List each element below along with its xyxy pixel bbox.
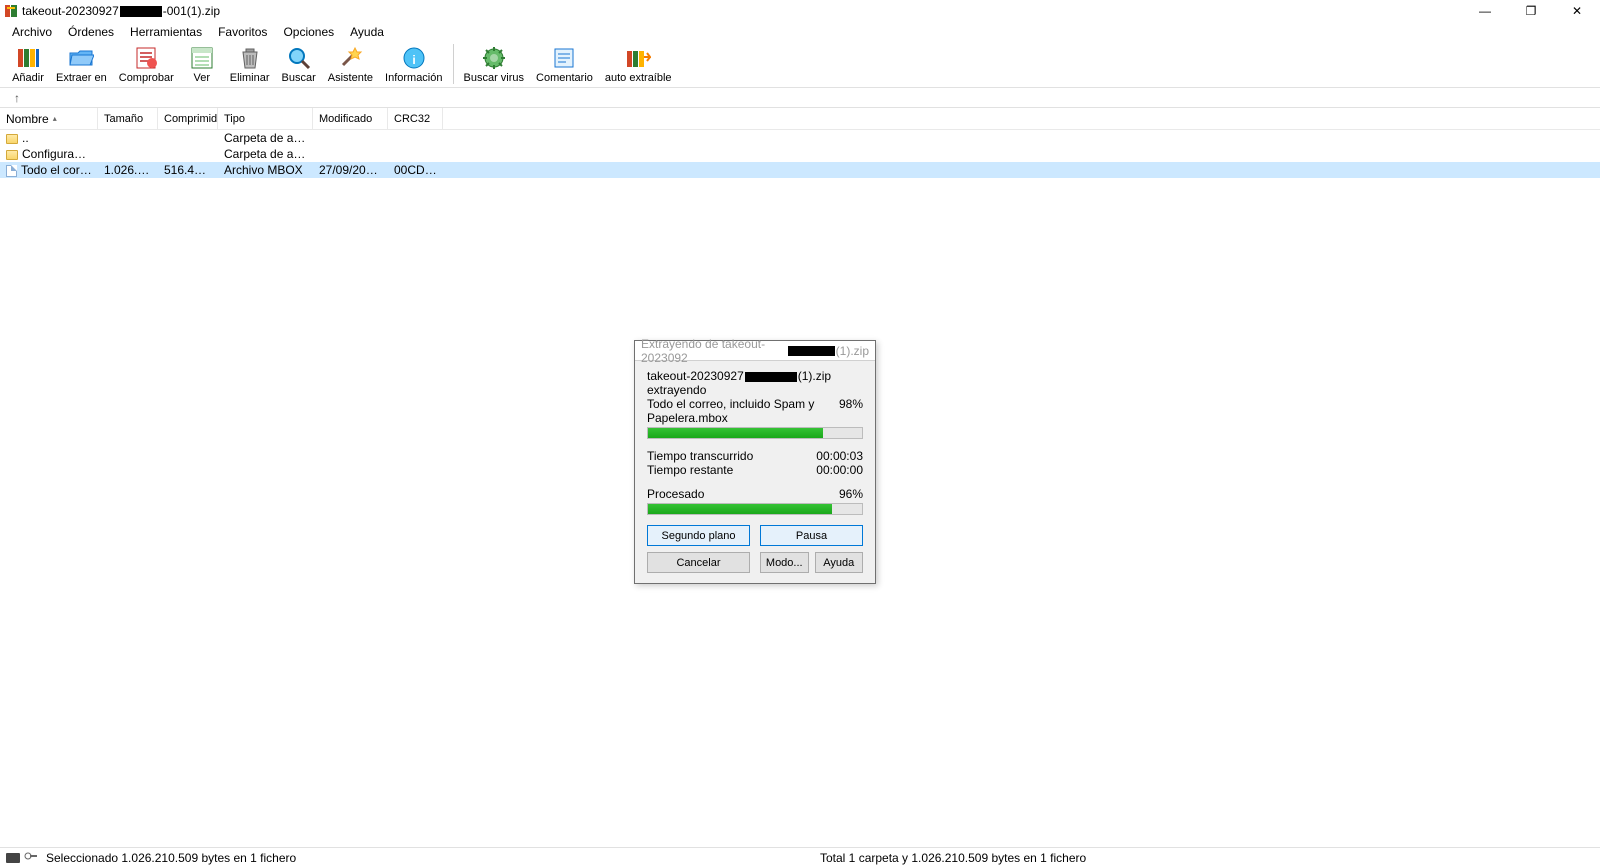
- file-row-mbox[interactable]: Todo el correo, i... 1.026.210.5... 516.…: [0, 162, 1600, 178]
- sfx-icon: [624, 44, 652, 72]
- dialog-action: extrayendo: [647, 383, 863, 397]
- progress-bar-file: [647, 427, 863, 439]
- dialog-elapsed: Tiempo transcurrido 00:00:03: [647, 449, 863, 463]
- progress-fill: [648, 504, 832, 514]
- pause-button[interactable]: Pausa: [760, 525, 863, 546]
- up-button[interactable]: ↑: [10, 91, 24, 105]
- menubar: Archivo Órdenes Herramientas Favoritos O…: [0, 22, 1600, 42]
- info-icon: i: [400, 44, 428, 72]
- redacted-segment: [120, 6, 162, 17]
- disk-icon: [6, 853, 20, 863]
- col-tipo[interactable]: Tipo: [218, 108, 313, 129]
- file-rows: .. Carpeta de archivos Configuración d..…: [0, 130, 1600, 178]
- title-prefix: takeout-20230927: [22, 4, 119, 18]
- menu-ordenes[interactable]: Órdenes: [60, 23, 122, 41]
- toolbar-separator: [453, 44, 454, 84]
- window-title: takeout-20230927 -001(1).zip: [22, 4, 1462, 18]
- menu-ayuda[interactable]: Ayuda: [342, 23, 392, 41]
- redacted-segment: [745, 372, 797, 382]
- toolbar: Añadir Extraer en Comprobar Ver Eliminar…: [0, 42, 1600, 88]
- navbar: ↑: [0, 88, 1600, 108]
- redacted-segment: [788, 346, 834, 356]
- dialog-buttons: Segundo plano Pausa Cancelar Modo... Ayu…: [647, 525, 863, 573]
- folder-icon: [6, 134, 18, 144]
- search-icon: [285, 44, 313, 72]
- statusbar: Seleccionado 1.026.210.509 bytes en 1 fi…: [0, 847, 1600, 867]
- toolbar-asistente[interactable]: Asistente: [322, 44, 379, 84]
- window-controls: — ❐ ✕: [1462, 0, 1600, 22]
- winrar-icon: [4, 4, 18, 18]
- file-row-parent[interactable]: .. Carpeta de archivos: [0, 130, 1600, 146]
- toolbar-comentario[interactable]: Comentario: [530, 44, 599, 84]
- folder-icon: [6, 150, 18, 160]
- virus-scan-icon: [480, 44, 508, 72]
- toolbar-anadir[interactable]: Añadir: [6, 44, 50, 84]
- dialog-remaining: Tiempo restante 00:00:00: [647, 463, 863, 477]
- sort-indicator-icon: ▴: [53, 114, 57, 123]
- comment-icon: [550, 44, 578, 72]
- books-icon: [14, 44, 42, 72]
- col-tamano[interactable]: Tamaño: [98, 108, 158, 129]
- menu-archivo[interactable]: Archivo: [4, 23, 60, 41]
- toolbar-comprobar[interactable]: Comprobar: [113, 44, 180, 84]
- menu-opciones[interactable]: Opciones: [275, 23, 342, 41]
- cancel-button[interactable]: Cancelar: [647, 552, 750, 573]
- status-icons: [6, 850, 38, 865]
- status-total: Total 1 carpeta y 1.026.210.509 bytes en…: [820, 851, 1594, 865]
- col-modificado[interactable]: Modificado: [313, 108, 388, 129]
- toolbar-buscar[interactable]: Buscar: [276, 44, 322, 84]
- toolbar-extraer[interactable]: Extraer en: [50, 44, 113, 84]
- trash-icon: [236, 44, 264, 72]
- svg-text:i: i: [412, 53, 415, 67]
- dialog-title[interactable]: Extrayendo de takeout-2023092 (1).zip: [635, 341, 875, 361]
- view-icon: [188, 44, 216, 72]
- status-selected: Seleccionado 1.026.210.509 bytes en 1 fi…: [46, 851, 820, 865]
- help-button[interactable]: Ayuda: [815, 552, 864, 573]
- progress-bar-total: [647, 503, 863, 515]
- menu-herramientas[interactable]: Herramientas: [122, 23, 210, 41]
- dialog-body: takeout-20230927(1).zip extrayendo Todo …: [635, 361, 875, 583]
- minimize-button[interactable]: —: [1462, 0, 1508, 22]
- maximize-button[interactable]: ❐: [1508, 0, 1554, 22]
- menu-favoritos[interactable]: Favoritos: [210, 23, 275, 41]
- background-button[interactable]: Segundo plano: [647, 525, 750, 546]
- toolbar-info[interactable]: i Información: [379, 44, 448, 84]
- wizard-icon: [336, 44, 364, 72]
- toolbar-eliminar[interactable]: Eliminar: [224, 44, 276, 84]
- progress-fill: [648, 428, 823, 438]
- toolbar-sfx[interactable]: auto extraíble: [599, 44, 678, 84]
- test-icon: [132, 44, 160, 72]
- dialog-current-file: Todo el correo, incluido Spam y Papelera…: [647, 397, 863, 425]
- mode-button[interactable]: Modo...: [760, 552, 809, 573]
- dialog-archive-name: takeout-20230927(1).zip: [647, 369, 863, 383]
- close-button[interactable]: ✕: [1554, 0, 1600, 22]
- col-comprimido[interactable]: Comprimido: [158, 108, 218, 129]
- lock-icon: [24, 850, 38, 865]
- col-crc32[interactable]: CRC32: [388, 108, 443, 129]
- column-headers: Nombre▴ Tamaño Comprimido Tipo Modificad…: [0, 108, 1600, 130]
- folder-open-icon: [67, 44, 95, 72]
- window-titlebar: takeout-20230927 -001(1).zip — ❐ ✕: [0, 0, 1600, 22]
- dialog-processed: Procesado 96%: [647, 487, 863, 501]
- toolbar-ver[interactable]: Ver: [180, 44, 224, 84]
- extraction-dialog: Extrayendo de takeout-2023092 (1).zip ta…: [634, 340, 876, 584]
- toolbar-virus[interactable]: Buscar virus: [458, 44, 531, 84]
- col-nombre[interactable]: Nombre▴: [0, 108, 98, 129]
- file-row-folder[interactable]: Configuración d... Carpeta de archivos: [0, 146, 1600, 162]
- file-icon: [6, 165, 17, 177]
- title-suffix: -001(1).zip: [163, 4, 220, 18]
